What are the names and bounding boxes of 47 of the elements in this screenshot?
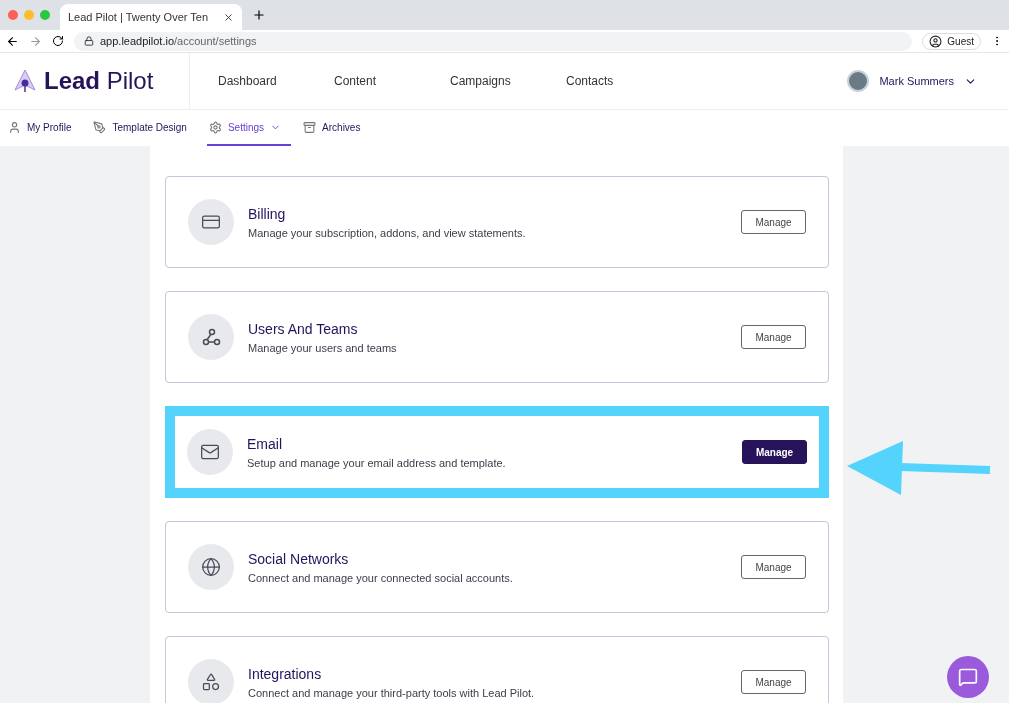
- card-title: Users And Teams: [248, 320, 359, 337]
- forward-icon[interactable]: [29, 34, 42, 48]
- logo-text: Lead Pilot: [44, 67, 154, 95]
- manage-button[interactable]: Manage: [742, 440, 807, 464]
- back-icon[interactable]: [6, 34, 19, 48]
- user-circle-icon: [929, 34, 943, 48]
- envelope-icon: [200, 442, 220, 462]
- nav-link[interactable]: Campaigns: [450, 74, 566, 88]
- avatar[interactable]: [847, 70, 870, 92]
- address-bar[interactable]: app.leadpilot.io/account/settings: [74, 31, 913, 51]
- nodes-icon: [201, 327, 221, 347]
- user-icon: [8, 120, 21, 134]
- shapes-icon: [201, 672, 221, 692]
- manage-button[interactable]: Manage: [741, 555, 806, 579]
- subnav-tab[interactable]: Template Design: [91, 110, 197, 146]
- subnav-tab[interactable]: Archives: [301, 110, 371, 146]
- card-title: Email: [247, 435, 283, 452]
- card-description: Manage your subscription, addons, and view statements.: [248, 226, 527, 239]
- card-description: Manage your users and teams: [248, 341, 398, 354]
- card-description: Connect and manage your connected social accounts.: [248, 571, 514, 584]
- nav-link[interactable]: Content: [334, 74, 450, 88]
- card-description: Setup and manage your email address and template.: [247, 456, 507, 469]
- pen-icon: [93, 120, 107, 134]
- chat-icon: [958, 667, 978, 687]
- nav-link[interactable]: Dashboard: [218, 74, 334, 88]
- tab-title: Lead Pilot | Twenty Over Ten: [68, 11, 210, 23]
- manage-button[interactable]: Manage: [741, 210, 806, 234]
- lock-icon: [84, 36, 94, 46]
- card-title: Social Networks: [248, 550, 350, 567]
- manage-button[interactable]: Manage: [741, 325, 806, 349]
- manage-button[interactable]: Manage: [741, 670, 806, 694]
- reload-icon[interactable]: [52, 35, 64, 47]
- chat-button[interactable]: [947, 656, 989, 698]
- url-text: app.leadpilot.io/account/settings: [100, 35, 257, 47]
- browser-tab[interactable]: Lead Pilot | Twenty Over Ten: [60, 4, 242, 30]
- close-icon[interactable]: [223, 11, 234, 23]
- archive-icon: [303, 120, 317, 134]
- card-title: Billing: [248, 205, 287, 222]
- new-tab-icon[interactable]: [252, 8, 266, 22]
- logo-icon: [14, 69, 36, 93]
- card-description: Connect and manage your third-party tools with Lead Pilot.: [248, 686, 536, 699]
- subnav-tab[interactable]: My Profile: [6, 110, 82, 146]
- card-title: Integrations: [248, 665, 323, 682]
- globe-icon: [201, 557, 221, 577]
- settings-icon: [208, 120, 222, 134]
- user-name[interactable]: Mark Summers: [879, 75, 954, 87]
- nav-link[interactable]: Contacts: [566, 74, 682, 88]
